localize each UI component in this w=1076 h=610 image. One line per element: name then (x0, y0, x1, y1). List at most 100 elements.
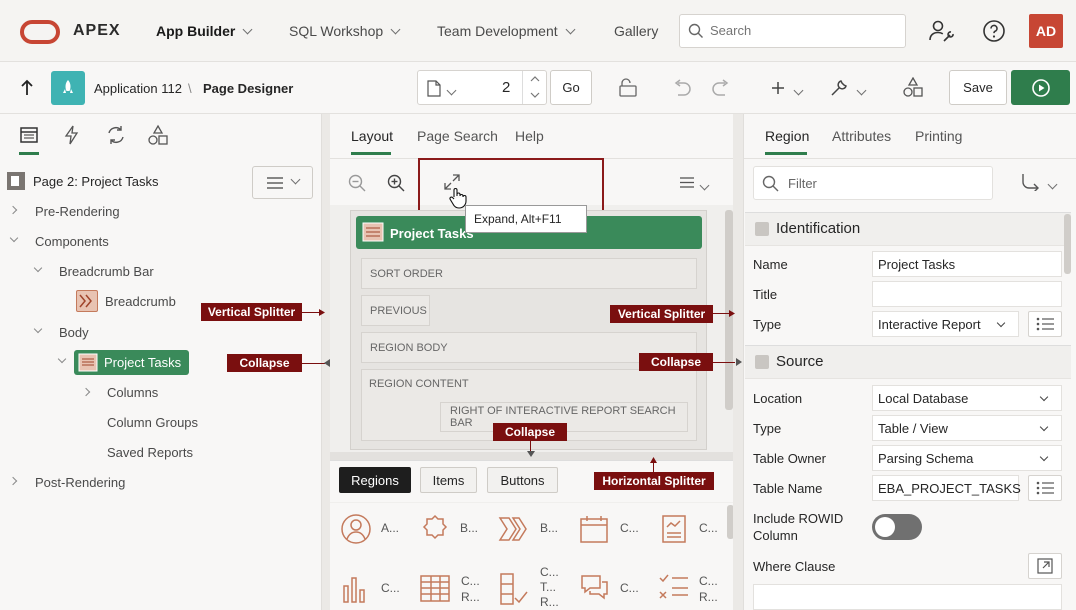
callout-vertical-splitter-right: Vertical Splitter (610, 305, 713, 323)
gallery-tab-buttons[interactable]: Buttons (487, 467, 558, 493)
property-filter[interactable]: Filter (753, 166, 993, 200)
tree-menu-button[interactable] (252, 166, 313, 199)
shared-components-icon[interactable] (903, 77, 923, 97)
tree-body[interactable]: Body (59, 325, 89, 340)
page-icon (427, 80, 441, 97)
global-search[interactable] (679, 14, 906, 48)
utilities-menu-button[interactable] (829, 77, 867, 99)
expand-tooltip: Expand, Alt+F11 (465, 205, 587, 233)
tree-page-node[interactable]: Page 2: Project Tasks (33, 174, 159, 189)
slot-region-content[interactable]: REGION CONTENT (369, 378, 469, 390)
nav-app-builder[interactable]: App Builder (156, 23, 253, 39)
processing-tab-icon[interactable] (105, 124, 127, 146)
page-selector[interactable]: 2 (417, 70, 547, 105)
tree-breadcrumb[interactable]: Breadcrumb (105, 294, 176, 309)
tree-components[interactable]: Components (35, 234, 109, 249)
page-number-input[interactable]: 2 (502, 79, 510, 96)
run-page-button[interactable] (1011, 70, 1070, 105)
search-input[interactable] (710, 23, 895, 38)
administration-button[interactable] (925, 14, 959, 48)
save-button[interactable]: Save (949, 70, 1007, 105)
gallery-tab-regions[interactable]: Regions (339, 467, 411, 493)
tree-column-groups[interactable]: Column Groups (107, 415, 198, 430)
table-name-field[interactable]: EBA_PROJECT_TASKS (872, 475, 1021, 501)
go-to-group-button[interactable] (1020, 173, 1058, 193)
tab-region[interactable]: Region (765, 128, 809, 144)
chevron-down-icon[interactable] (530, 92, 540, 98)
chart-region-icon[interactable] (340, 572, 372, 604)
location-select[interactable]: Local Database (872, 385, 1062, 411)
tab-attributes[interactable]: Attributes (832, 128, 891, 144)
search-icon (762, 175, 779, 192)
tree-project-tasks-selected[interactable]: Project Tasks (74, 350, 189, 375)
dynamic-actions-tab-icon[interactable] (61, 124, 83, 146)
oracle-logo[interactable] (20, 20, 60, 44)
zoom-out-icon[interactable] (348, 174, 366, 192)
breadcrumb-region-icon[interactable] (498, 513, 530, 545)
label-table-owner: Table Owner (753, 451, 826, 466)
table-name-list-button[interactable] (1028, 475, 1062, 501)
calendar-region-icon[interactable] (578, 513, 610, 545)
gallery-item-label: C... R... (699, 574, 718, 604)
gallery-tab-items[interactable]: Items (420, 467, 477, 493)
arrow-up-icon[interactable] (18, 79, 36, 97)
region-type-select[interactable]: Interactive Report (872, 311, 1019, 337)
callout-horizontal-splitter: Horizontal Splitter (594, 472, 714, 490)
tab-printing[interactable]: Printing (915, 128, 962, 144)
table-owner-select[interactable]: Parsing Schema (872, 445, 1062, 471)
tabular-form-icon[interactable] (498, 572, 530, 606)
slot-sort-order[interactable]: SORT ORDER (361, 258, 697, 289)
active-tab-indicator (765, 152, 807, 155)
tree-saved-reports[interactable]: Saved Reports (107, 445, 193, 460)
card-region-icon[interactable] (658, 513, 690, 545)
wrench-icon (831, 80, 847, 96)
badge-region-icon[interactable] (419, 513, 451, 545)
help-button[interactable] (977, 14, 1011, 48)
tree-pre-rendering[interactable]: Pre-Rendering (35, 204, 120, 219)
rendering-tab-icon[interactable] (19, 124, 41, 146)
tab-page-search[interactable]: Page Search (417, 128, 498, 144)
avatar-region-icon[interactable] (340, 513, 372, 545)
nav-gallery[interactable]: Gallery (614, 23, 658, 39)
type-list-button[interactable] (1028, 311, 1062, 337)
include-rowid-toggle[interactable] (872, 514, 922, 540)
slot-previous[interactable]: PREVIOUS (361, 295, 430, 326)
checklist-region-icon[interactable] (658, 572, 690, 604)
arrow-down-icon[interactable] (527, 451, 535, 457)
tab-help[interactable]: Help (515, 128, 544, 144)
shared-components-tab-icon[interactable] (147, 124, 169, 146)
arrow-right-icon[interactable] (736, 358, 742, 366)
page-number-stepper[interactable] (522, 71, 546, 104)
layout-menu-button[interactable] (680, 175, 712, 191)
where-clause-expand-button[interactable] (1028, 553, 1062, 579)
comments-region-icon[interactable] (578, 572, 610, 604)
section-source[interactable]: Source (745, 345, 1071, 379)
nav-team-development[interactable]: Team Development (437, 23, 576, 39)
lock-page-icon[interactable] (617, 78, 639, 98)
tab-layout[interactable]: Layout (351, 128, 393, 144)
property-scrollbar[interactable] (1064, 214, 1071, 274)
user-avatar[interactable]: AD (1029, 14, 1063, 48)
classic-report-icon[interactable] (419, 572, 451, 604)
title-field[interactable] (872, 281, 1062, 307)
section-identification[interactable]: Identification (745, 212, 1071, 246)
tree-breadcrumb-bar[interactable]: Breadcrumb Bar (59, 264, 154, 279)
nav-sql-workshop[interactable]: SQL Workshop (289, 23, 401, 39)
label-location: Location (753, 391, 803, 406)
tree-columns[interactable]: Columns (107, 385, 158, 400)
chevron-down-icon (565, 24, 576, 35)
chevron-up-icon[interactable] (530, 76, 540, 82)
go-button[interactable]: Go (550, 70, 592, 105)
tree-post-rendering[interactable]: Post-Rendering (35, 475, 125, 490)
gallery-item-label: B... (540, 521, 559, 535)
undo-icon[interactable] (672, 79, 692, 97)
apex-brand[interactable]: APEX (73, 22, 121, 40)
redo-icon[interactable] (711, 79, 731, 97)
name-field[interactable]: Project Tasks (872, 251, 1062, 277)
breadcrumb-application[interactable]: Application 112 (94, 81, 182, 96)
where-clause-editor[interactable] (753, 584, 1062, 610)
source-type-select[interactable]: Table / View (872, 415, 1062, 441)
zoom-in-icon[interactable] (387, 174, 405, 192)
arrow-left-icon[interactable] (324, 359, 330, 367)
create-menu-button[interactable] (770, 78, 804, 98)
